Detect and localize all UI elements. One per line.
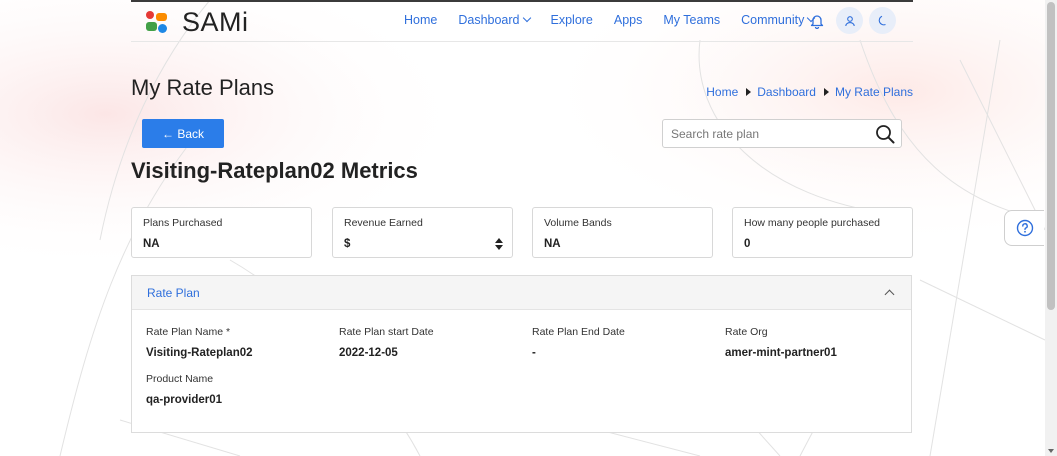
field-value: -: [532, 347, 536, 359]
metric-card-revenue-earned[interactable]: Revenue Earned $: [332, 207, 513, 258]
chevron-up-icon[interactable]: [884, 289, 895, 300]
field-rate-org: Rate Org amer-mint-partner01: [725, 326, 837, 359]
sort-icon[interactable]: [495, 238, 503, 250]
nav-my-teams-label: My Teams: [663, 13, 721, 27]
help-button[interactable]: [1004, 210, 1044, 246]
brand-name: SAMi: [182, 7, 249, 37]
nav-links: Home Dashboard Explore Apps My Teams Com…: [404, 13, 835, 27]
field-value: qa-provider01: [146, 394, 223, 406]
metric-label: Revenue Earned: [344, 217, 423, 229]
sami-logo-icon: [146, 10, 168, 35]
user-icon: [844, 15, 855, 26]
metrics-cards: Plans Purchased NA Revenue Earned $ Volu…: [131, 207, 913, 258]
top-navbar: SAMi Home Dashboard Explore Apps My Team…: [131, 2, 913, 42]
nav-community-label: Community: [741, 13, 805, 27]
theme-toggle-button[interactable]: [869, 7, 896, 34]
metric-value: NA: [544, 238, 561, 250]
nav-community[interactable]: Community: [741, 13, 816, 27]
metric-label: Plans Purchased: [143, 217, 223, 229]
metric-value: 0: [744, 238, 751, 250]
search-box: [662, 119, 902, 148]
moon-icon: [878, 15, 886, 25]
field-start-date: Rate Plan start Date 2022-12-05: [339, 326, 434, 359]
nav-home-label: Home: [404, 13, 438, 27]
scroll-down-arrow-icon[interactable]: [1048, 449, 1054, 453]
nav-dashboard-label: Dashboard: [458, 13, 520, 27]
breadcrumb-dashboard[interactable]: Dashboard: [757, 85, 816, 99]
rate-plan-header[interactable]: Rate Plan: [132, 276, 911, 310]
field-value: 2022-12-05: [339, 347, 398, 359]
nav-home[interactable]: Home: [404, 13, 437, 27]
breadcrumb-home[interactable]: Home: [706, 85, 738, 99]
metrics-title: Visiting-Rateplan02 Metrics: [131, 158, 418, 183]
bell-icon[interactable]: [810, 13, 824, 29]
rate-plan-panel: Rate Plan Rate Plan Name * Visiting-Rate…: [131, 275, 912, 433]
field-value: amer-mint-partner01: [725, 347, 837, 359]
metric-value: $: [344, 238, 351, 250]
metric-label: How many people purchased: [744, 217, 880, 229]
nav-apps[interactable]: Apps: [614, 13, 643, 27]
metric-value: NA: [143, 238, 160, 250]
user-button[interactable]: [836, 7, 863, 34]
caret-right-icon: [823, 88, 829, 96]
field-product-name: Product Name qa-provider01: [146, 373, 222, 406]
search-icon[interactable]: [875, 124, 895, 144]
brand-logo[interactable]: SAMi: [146, 7, 249, 38]
search-input[interactable]: [663, 120, 863, 147]
scrollbar-thumb[interactable]: [1047, 2, 1055, 310]
field-label: Rate Plan Name *: [146, 326, 231, 338]
nav-my-teams[interactable]: My Teams: [663, 13, 720, 27]
field-rate-plan-name: Rate Plan Name * Visiting-Rateplan02: [146, 326, 253, 359]
nav-explore[interactable]: Explore: [551, 13, 593, 27]
help-icon: [1016, 219, 1033, 237]
nav-explore-label: Explore: [550, 13, 593, 27]
metric-label: Volume Bands: [544, 217, 612, 229]
field-label: Rate Plan start Date: [339, 326, 434, 338]
field-label: Rate Plan End Date: [532, 326, 625, 338]
metric-card-people-purchased: How many people purchased 0: [732, 207, 913, 258]
metric-card-volume-bands: Volume Bands NA: [532, 207, 713, 258]
breadcrumb: Home Dashboard My Rate Plans: [706, 85, 913, 99]
rate-plan-section-title: Rate Plan: [147, 286, 200, 300]
page-scrollbar[interactable]: [1045, 0, 1057, 456]
nav-apps-label: Apps: [613, 13, 643, 27]
field-end-date: Rate Plan End Date -: [532, 326, 625, 359]
field-label: Product Name: [146, 373, 214, 385]
breadcrumb-current[interactable]: My Rate Plans: [835, 85, 913, 99]
page-title: My Rate Plans: [131, 75, 275, 100]
field-label: Rate Org: [725, 326, 768, 338]
field-value: Visiting-Rateplan02: [146, 347, 253, 359]
nav-dashboard[interactable]: Dashboard: [458, 13, 531, 27]
metric-card-plans-purchased: Plans Purchased NA: [131, 207, 312, 258]
chevron-down-icon: [522, 13, 531, 23]
caret-right-icon: [746, 88, 752, 96]
back-button[interactable]: ← Back: [142, 119, 224, 148]
